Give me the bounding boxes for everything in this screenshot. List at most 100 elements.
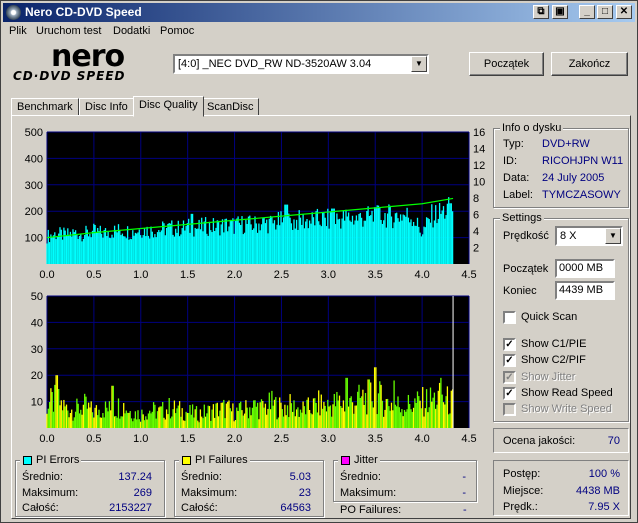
pi-failures-chart: 0.0 0.5 1.0 1.5 2.0 2.5 3.0 3.5 4.0 4.5 10 20 30 40 50 bbox=[31, 291, 477, 445]
x-tick-label: 4.0 bbox=[414, 269, 429, 281]
speed-select[interactable]: 8 X ▼ bbox=[555, 226, 623, 246]
pi-failures-avg-label: Średnio: bbox=[181, 471, 222, 483]
window-title: Nero CD-DVD Speed bbox=[25, 5, 142, 19]
save-mini-icon[interactable]: ▣ bbox=[552, 5, 568, 19]
quality-score-value: 70 bbox=[607, 435, 620, 447]
pi-failures-max-value: 23 bbox=[298, 487, 311, 499]
end-position-input[interactable]: 4439 MB bbox=[555, 281, 615, 300]
stop-button[interactable]: Zakończ bbox=[551, 52, 628, 76]
y2-tick-label: 16 bbox=[473, 127, 485, 139]
show-c1-pie-label[interactable]: Show C1/PIE bbox=[521, 338, 586, 350]
y-tick-label: 20 bbox=[31, 370, 43, 382]
x-tick-label: 2.5 bbox=[274, 269, 289, 281]
progress-value: 100 % bbox=[588, 468, 620, 480]
x-tick-label: 1.5 bbox=[180, 269, 195, 281]
quick-scan-checkbox[interactable] bbox=[503, 311, 516, 324]
menu-uruchom-test[interactable]: Uruchom test bbox=[36, 25, 101, 37]
x-tick-label: 1.0 bbox=[133, 269, 148, 281]
y2-tick-label: 6 bbox=[473, 210, 479, 222]
show-write-speed-checkbox bbox=[503, 403, 516, 416]
quick-scan-label[interactable]: Quick Scan bbox=[521, 311, 577, 323]
pi-errors-max-label: Maksimum: bbox=[22, 487, 79, 499]
start-position-input[interactable]: 0000 MB bbox=[555, 259, 615, 278]
jitter-avg-value: - bbox=[462, 471, 466, 483]
disc-date-label: Data: bbox=[503, 172, 530, 184]
x-tick-label: 2.0 bbox=[227, 269, 242, 281]
minimize-button[interactable]: _ bbox=[579, 5, 595, 19]
maximize-button[interactable]: □ bbox=[597, 5, 613, 19]
start-button[interactable]: Początek bbox=[469, 52, 544, 76]
position-label: Miejsce: bbox=[503, 485, 544, 497]
disc-id-value: RICOHJPN W11 bbox=[542, 155, 624, 167]
pi-failures-total-value: 64563 bbox=[280, 502, 311, 514]
y-tick-label: 500 bbox=[25, 127, 43, 139]
tab-scandisc[interactable]: ScanDisc bbox=[201, 98, 260, 116]
x-tick-label: 3.0 bbox=[321, 433, 336, 445]
y-tick-label: 10 bbox=[31, 397, 43, 409]
y2-tick-label: 2 bbox=[473, 243, 479, 255]
logo-subtitle: CD·DVD SPEED bbox=[13, 69, 126, 83]
pi-errors-total-label: Całość: bbox=[22, 502, 59, 514]
settings-title: Settings bbox=[500, 212, 544, 224]
x-tick-label: 4.0 bbox=[414, 433, 429, 445]
start-position-label: Początek bbox=[503, 263, 549, 275]
x-tick-label: 0.5 bbox=[86, 433, 101, 445]
y-tick-label: 300 bbox=[25, 180, 43, 192]
x-tick-label: 1.5 bbox=[180, 433, 195, 445]
progress-box: Postęp: 100 % Miejsce: 4438 MB Prędk.: 7… bbox=[493, 460, 629, 516]
quality-score-box: Ocena jakości: 70 bbox=[493, 428, 629, 453]
jitter-swatch bbox=[341, 456, 350, 465]
y2-tick-label: 8 bbox=[473, 193, 479, 205]
jitter-avg-label: Średnio: bbox=[340, 471, 381, 483]
x-tick-label: 3.0 bbox=[321, 269, 336, 281]
nero-logo: nero CD·DVD SPEED bbox=[13, 39, 161, 85]
x-tick-label: 2.0 bbox=[227, 433, 242, 445]
position-value: 4438 MB bbox=[575, 485, 620, 497]
progress-label: Postęp: bbox=[503, 468, 541, 480]
y-tick-label: 50 bbox=[31, 291, 43, 303]
menu-plik[interactable]: Plik bbox=[9, 25, 27, 37]
restore-mini-icon[interactable]: ⧉ bbox=[533, 5, 549, 19]
pi-failures-swatch bbox=[182, 456, 191, 465]
jitter-max-value: - bbox=[462, 487, 466, 499]
show-c2-pif-checkbox[interactable]: ✓ bbox=[503, 354, 516, 367]
settings-group: Settings Prędkość 8 X ▼ Początek 0000 MB… bbox=[493, 212, 629, 422]
speed-select-value: 8 X bbox=[560, 230, 577, 242]
y-tick-label: 100 bbox=[25, 233, 43, 245]
menu-dodatki[interactable]: Dodatki bbox=[113, 25, 150, 37]
tab-disc-quality[interactable]: Disc Quality bbox=[133, 96, 204, 117]
pi-errors-avg-value: 137.24 bbox=[118, 471, 152, 483]
title-bar: Nero CD-DVD Speed ⧉ ▣ _ □ ✕ bbox=[3, 3, 635, 22]
y-tick-label: 200 bbox=[25, 206, 43, 218]
disc-info-group: Info o dysku Typ: DVD+RW ID: RICOHJPN W1… bbox=[493, 122, 629, 208]
quality-score-label: Ocena jakości: bbox=[503, 435, 576, 447]
x-tick-label: 4.5 bbox=[461, 269, 476, 281]
close-button[interactable]: ✕ bbox=[616, 5, 632, 19]
menu-pomoc[interactable]: Pomoc bbox=[160, 25, 194, 37]
y2-tick-label: 10 bbox=[473, 177, 485, 189]
end-position-label: Koniec bbox=[503, 285, 537, 297]
chevron-down-icon[interactable]: ▼ bbox=[605, 228, 621, 244]
show-read-speed-checkbox[interactable]: ✓ bbox=[503, 387, 516, 400]
speed-readout-label: Prędk.: bbox=[503, 501, 538, 513]
show-read-speed-label[interactable]: Show Read Speed bbox=[521, 387, 613, 399]
po-failures-value: - bbox=[463, 504, 467, 516]
drive-select[interactable]: [4:0] _NEC DVD_RW ND-3520AW 3.04 ▼ bbox=[173, 54, 429, 74]
x-tick-label: 0.0 bbox=[39, 433, 54, 445]
show-c2-pif-label[interactable]: Show C2/PIF bbox=[521, 354, 586, 366]
x-tick-label: 0.0 bbox=[39, 269, 54, 281]
show-jitter-checkbox: ✓ bbox=[503, 371, 516, 384]
pi-errors-chart: 2 4 6 8 10 12 14 16 0.0 0.5 1.0 1.5 2.0 2.5 3.0 3.5 4.0 4… bbox=[25, 127, 486, 281]
disc-label-label: Label: bbox=[503, 189, 533, 201]
jitter-group: Jitter Średnio: - Maksimum: - bbox=[333, 454, 477, 502]
disc-type-value: DVD+RW bbox=[542, 138, 590, 150]
chevron-down-icon[interactable]: ▼ bbox=[411, 56, 427, 72]
show-jitter-label: Show Jitter bbox=[521, 371, 576, 383]
tab-disc-info[interactable]: Disc Info bbox=[79, 98, 134, 116]
tab-benchmark[interactable]: Benchmark bbox=[11, 98, 79, 116]
disc-id-label: ID: bbox=[503, 155, 518, 167]
pi-errors-swatch bbox=[23, 456, 32, 465]
pi-errors-total-value: 2153227 bbox=[109, 502, 152, 514]
app-window: Nero CD-DVD Speed ⧉ ▣ _ □ ✕ Plik Uruchom… bbox=[0, 0, 638, 523]
show-c1-pie-checkbox[interactable]: ✓ bbox=[503, 338, 516, 351]
